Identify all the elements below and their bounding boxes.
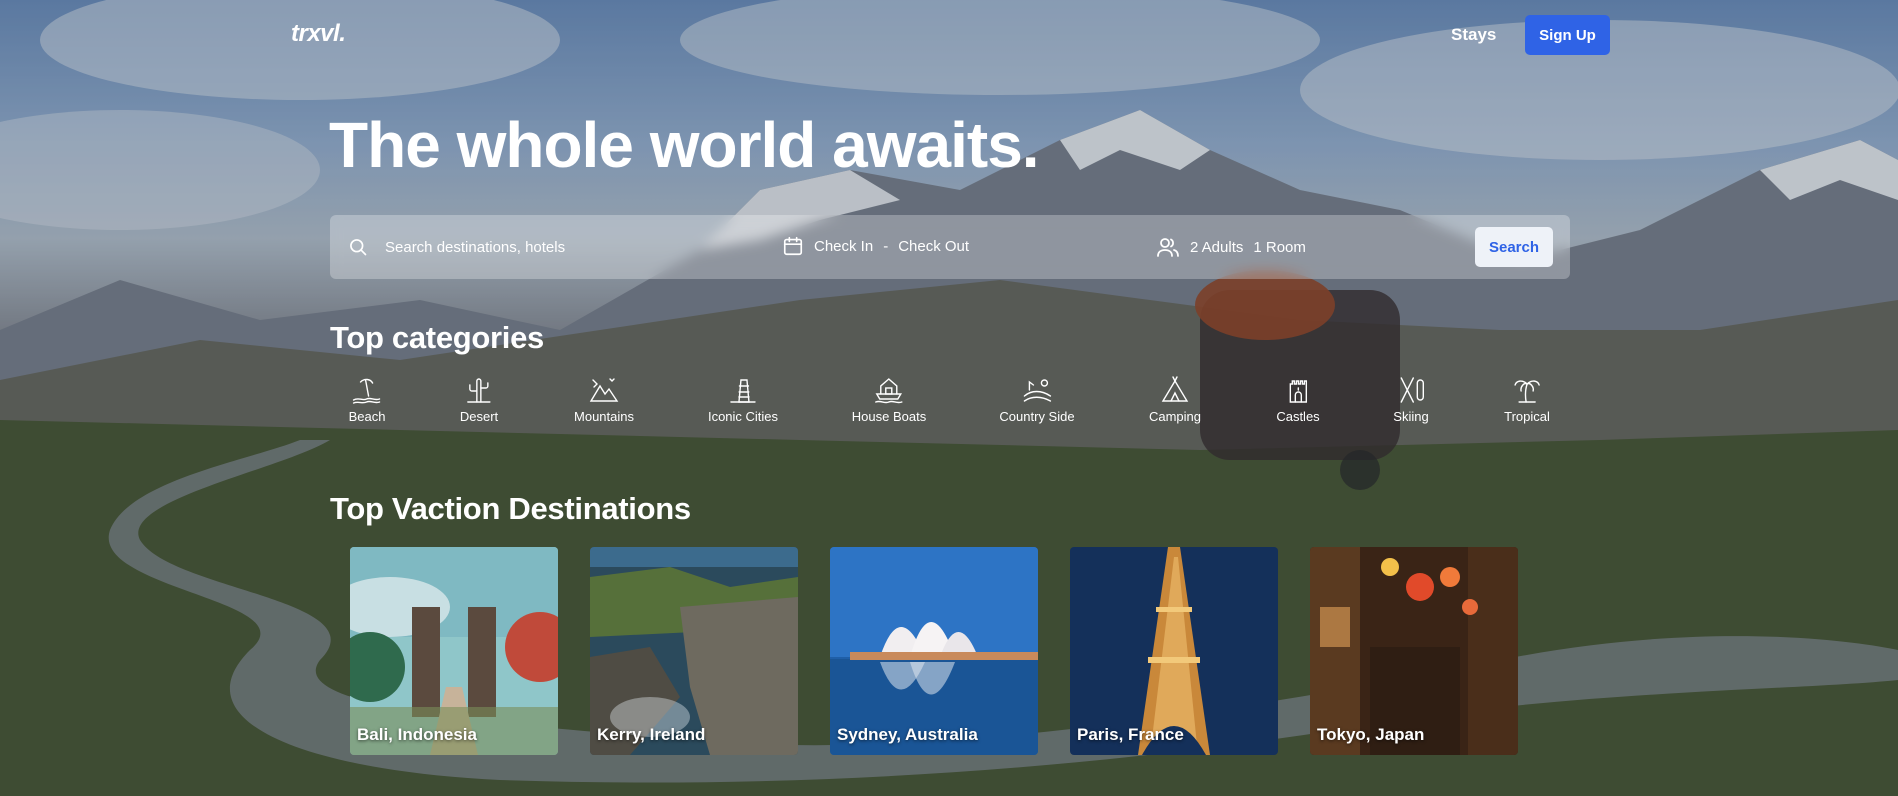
- category-castles[interactable]: Castles: [1276, 374, 1320, 424]
- category-label: Country Side: [999, 409, 1075, 424]
- beach-icon: [353, 378, 381, 404]
- countryside-icon: [1023, 379, 1051, 402]
- destination-label: Kerry, Ireland: [597, 725, 706, 744]
- category-label: Desert: [459, 409, 499, 424]
- destination-card-paris[interactable]: Paris, France: [1070, 547, 1278, 755]
- category-tropical[interactable]: Tropical: [1504, 374, 1550, 424]
- calendar-icon: [783, 236, 803, 256]
- destination-card-kerry[interactable]: Kerry, Ireland: [590, 547, 798, 755]
- category-label: House Boats: [851, 409, 927, 424]
- ski-icon: [1400, 377, 1424, 403]
- category-label: Beach: [348, 409, 386, 424]
- date-picker[interactable]: Check In - Check Out: [782, 235, 969, 257]
- houseboat-icon: [875, 378, 903, 404]
- destination-image: [1070, 547, 1278, 755]
- category-label: Skiing: [1393, 409, 1429, 424]
- guests-selector[interactable]: 2 Adults 1 Room: [1156, 235, 1306, 259]
- logo[interactable]: trxvl.: [291, 20, 346, 48]
- category-label: Castles: [1276, 409, 1320, 424]
- tent-icon: [1161, 376, 1189, 402]
- category-iconic-cities[interactable]: Iconic Cities: [708, 374, 778, 424]
- destination-label: Sydney, Australia: [837, 725, 978, 744]
- category-label: Camping: [1148, 409, 1202, 424]
- search-input[interactable]: [385, 233, 765, 261]
- search-icon: [350, 239, 367, 256]
- category-label: Mountains: [574, 409, 634, 424]
- adults-count: 2 Adults: [1190, 238, 1244, 256]
- search-bar: Check In - Check Out 2 Adults 1 Room Sea…: [330, 215, 1570, 279]
- destination-label: Tokyo, Japan: [1317, 725, 1425, 744]
- castle-icon: [1289, 380, 1307, 403]
- destination-card-bali[interactable]: Bali, Indonesia: [350, 547, 558, 755]
- category-house-boats[interactable]: House Boats: [852, 374, 926, 424]
- check-in-label: Check In: [814, 237, 874, 255]
- category-list: Beach Desert Mountains Iconic Cities Hou…: [330, 374, 1570, 430]
- category-beach[interactable]: Beach: [348, 374, 386, 424]
- search-button[interactable]: Search: [1475, 227, 1553, 267]
- signup-button[interactable]: Sign Up: [1525, 15, 1610, 55]
- destination-card-tokyo[interactable]: Tokyo, Japan: [1310, 547, 1518, 755]
- mountain-icon: [589, 378, 619, 402]
- cactus-icon: [467, 378, 491, 403]
- nav-link-stays[interactable]: Stays: [1451, 25, 1496, 45]
- category-desert[interactable]: Desert: [460, 374, 498, 424]
- top-navbar: trxvl. Stays Sign Up: [0, 0, 1898, 70]
- category-mountains[interactable]: Mountains: [574, 374, 634, 424]
- rooms-count: 1 Room: [1253, 238, 1306, 256]
- category-camping[interactable]: Camping: [1149, 374, 1201, 424]
- category-label: Iconic Cities: [707, 409, 779, 424]
- palm-tree-icon: [1514, 380, 1540, 403]
- destination-image: [1310, 547, 1518, 755]
- category-skiing[interactable]: Skiing: [1393, 374, 1429, 424]
- date-separator: -: [883, 237, 889, 255]
- tower-icon: [730, 379, 756, 403]
- destination-label: Paris, France: [1077, 725, 1184, 744]
- hero-headline: The whole world awaits.: [329, 109, 1040, 181]
- destination-image: [830, 547, 1038, 755]
- destination-image: [590, 547, 798, 755]
- destination-label: Bali, Indonesia: [357, 725, 477, 744]
- top-categories-title: Top categories: [330, 320, 544, 355]
- users-icon: [1157, 238, 1179, 257]
- category-label: Tropical: [1504, 409, 1550, 424]
- top-destinations-title: Top Vaction Destinations: [330, 491, 691, 526]
- check-out-label: Check Out: [898, 237, 970, 255]
- category-country-side[interactable]: Country Side: [999, 374, 1075, 424]
- destination-image: [350, 547, 558, 755]
- destination-card-sydney[interactable]: Sydney, Australia: [830, 547, 1038, 755]
